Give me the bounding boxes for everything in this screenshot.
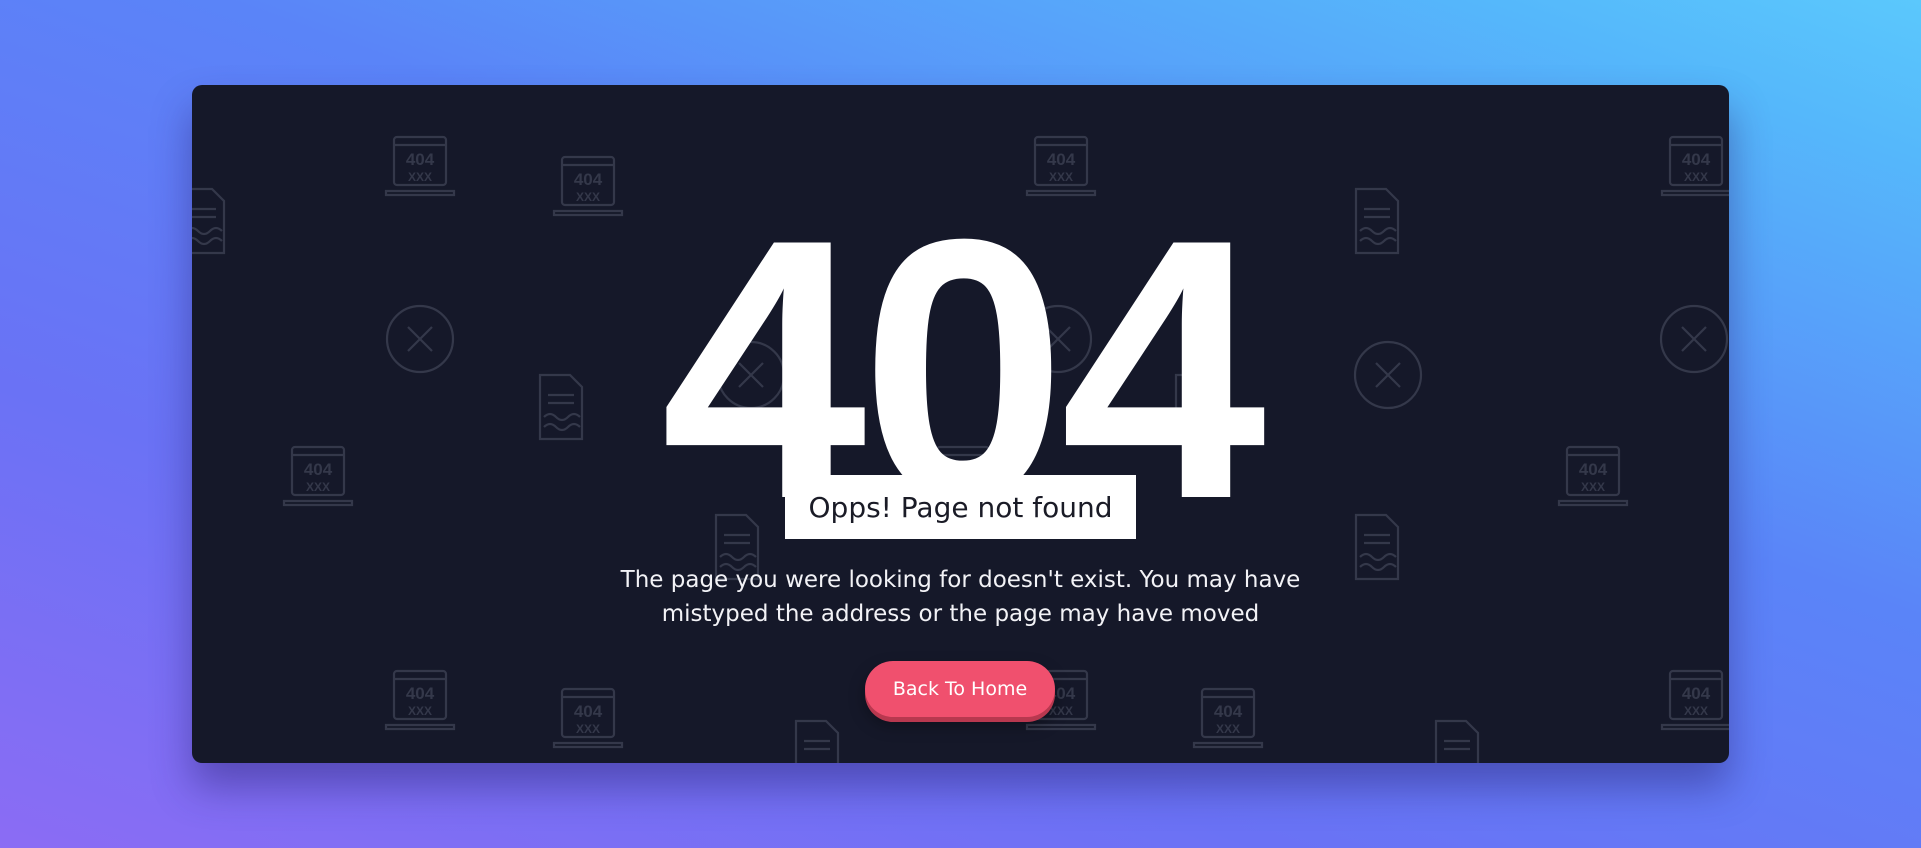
svg-text:404: 404 — [1214, 702, 1243, 721]
svg-text:404: 404 — [574, 702, 603, 721]
page-title-text: Opps! Page not found — [808, 490, 1113, 524]
document-icon — [794, 719, 840, 763]
svg-text:XXX: XXX — [1216, 722, 1240, 736]
svg-text:404: 404 — [1682, 150, 1711, 169]
laptop-404-icon: 404 XXX — [552, 687, 624, 749]
back-to-home-button[interactable]: Back To Home — [865, 661, 1055, 717]
laptop-404-icon: 404 XXX — [384, 669, 456, 731]
svg-text:404: 404 — [1682, 684, 1711, 703]
error-message: The page you were looking for doesn't ex… — [620, 567, 1301, 627]
document-icon — [1434, 719, 1480, 763]
svg-text:XXX: XXX — [1049, 704, 1073, 718]
svg-text:XXX: XXX — [408, 170, 432, 184]
laptop-404-icon: 404 XXX — [1660, 669, 1729, 731]
svg-text:XXX: XXX — [1684, 704, 1708, 718]
svg-text:XXX: XXX — [576, 722, 600, 736]
svg-text:XXX: XXX — [1684, 170, 1708, 184]
laptop-404-icon: 404 XXX — [1192, 687, 1264, 749]
svg-text:XXX: XXX — [408, 704, 432, 718]
svg-text:404: 404 — [406, 150, 435, 169]
svg-text:404: 404 — [406, 684, 435, 703]
page-title: Opps! Page not found — [785, 475, 1136, 539]
error-card: 404 XXX 404 XXX 404 XXX 404 XXX 404 XXX … — [192, 85, 1729, 763]
